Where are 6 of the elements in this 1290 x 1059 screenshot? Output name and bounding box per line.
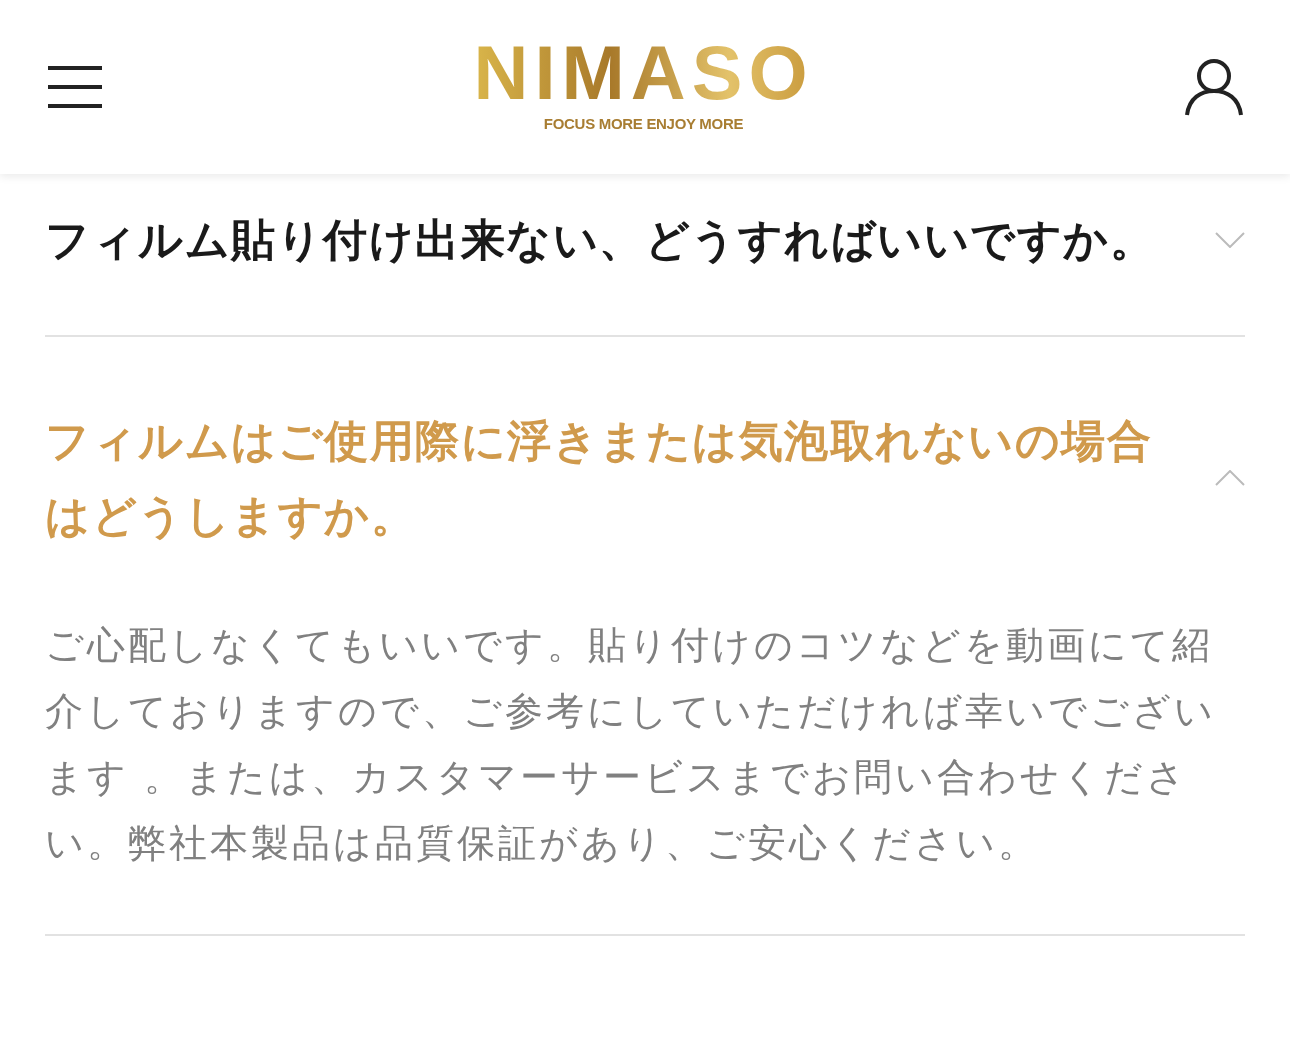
user-icon[interactable] [1185,58,1243,116]
faq-answer: ご心配しなくてもいいです。貼り付けのコツなどを動画にて紹介しておりますので、ご参考にしていただければ幸いでございます 。または、カスタマーサービスまでお問い合わせください。弊社本製品は品質保証があり、ご安心ください。 [45,622,1217,867]
menu-icon[interactable] [48,65,102,109]
logo-tagline: FOCUS MORE ENJOY MORE [543,114,744,132]
faq-question[interactable]: フィルムはご使用際に浮きまたは気泡取れないの場合はどうしますか。 [45,403,1165,553]
faq-question[interactable]: フィルム貼り付け出来ない、どうすればいいですか。 [45,202,1165,277]
